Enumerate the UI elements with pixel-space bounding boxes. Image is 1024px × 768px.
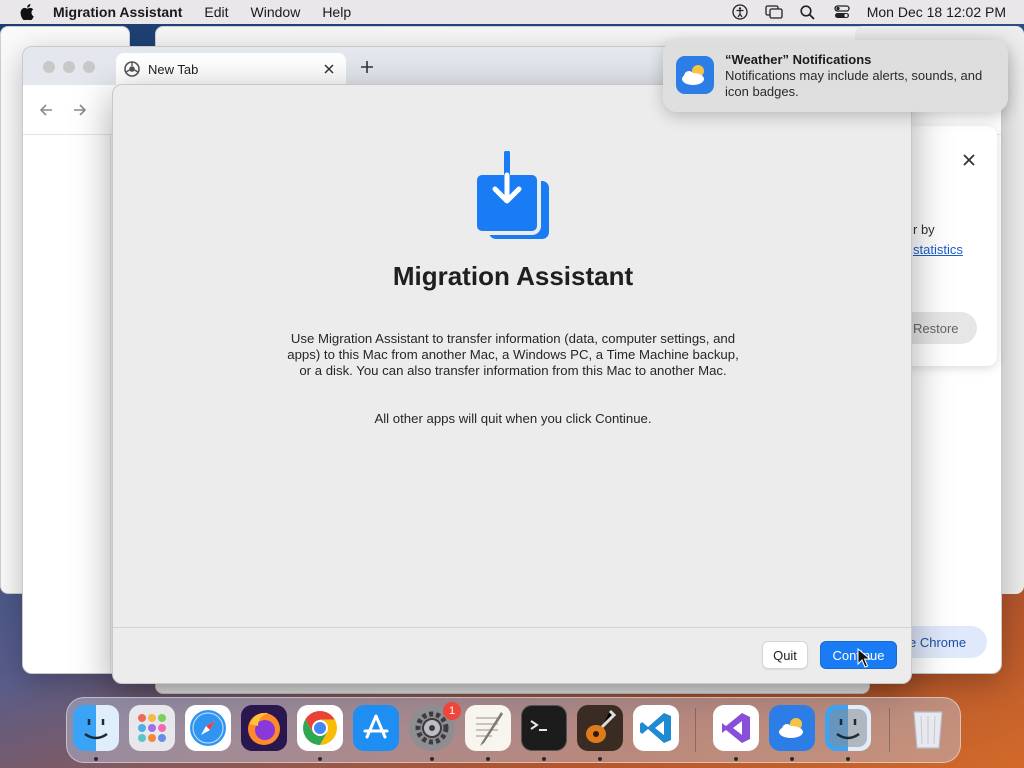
weather-app-icon bbox=[676, 56, 714, 94]
menu-clock[interactable]: Mon Dec 18 12:02 PM bbox=[867, 4, 1006, 20]
chrome-icon[interactable] bbox=[297, 705, 343, 751]
close-window-button[interactable] bbox=[43, 61, 55, 73]
control-center-icon[interactable] bbox=[833, 3, 851, 21]
terminal-icon[interactable] bbox=[521, 705, 567, 751]
chrome-running-indicator bbox=[318, 757, 322, 761]
dock-separator bbox=[695, 708, 696, 752]
back-arrow-icon[interactable] bbox=[37, 101, 55, 119]
finder-running-indicator bbox=[94, 757, 98, 761]
tab-title: New Tab bbox=[148, 61, 199, 77]
notification-body: Notifications may include alerts, sounds… bbox=[725, 68, 983, 99]
new-tab-button[interactable] bbox=[357, 57, 377, 77]
minimize-window-button[interactable] bbox=[63, 61, 75, 73]
menu-app-name[interactable]: Migration Assistant bbox=[53, 4, 182, 20]
dock-separator-2 bbox=[889, 708, 890, 752]
mouse-cursor-icon bbox=[857, 647, 872, 668]
description-text: Use Migration Assistant to transfer info… bbox=[287, 331, 739, 378]
menu-bar: Migration Assistant Edit Window Help Mon… bbox=[0, 0, 1024, 24]
app-store-icon[interactable] bbox=[353, 705, 399, 751]
zoom-window-button[interactable] bbox=[83, 61, 95, 73]
screen-mirroring-icon[interactable] bbox=[765, 3, 783, 21]
dock: 1 bbox=[66, 697, 961, 763]
trash-icon[interactable] bbox=[905, 705, 951, 751]
page-title: Migration Assistant bbox=[392, 261, 634, 291]
settings-running-indicator bbox=[430, 757, 434, 761]
spotlight-search-icon[interactable] bbox=[799, 3, 817, 21]
vscode-icon[interactable] bbox=[633, 705, 679, 751]
continue-note-text: All other apps will quit when you click … bbox=[374, 411, 652, 426]
migration-assistant-icon bbox=[471, 150, 555, 245]
garageband-icon[interactable] bbox=[577, 705, 623, 751]
weather-running-indicator bbox=[790, 757, 794, 761]
side-panel bbox=[23, 135, 111, 673]
menu-help[interactable]: Help bbox=[322, 4, 351, 20]
textedit-running-indicator bbox=[486, 757, 490, 761]
settings-badge: 1 bbox=[443, 702, 461, 720]
visual-studio-icon[interactable] bbox=[713, 705, 759, 751]
tab-new-tab[interactable]: New Tab bbox=[116, 53, 346, 85]
statistics-link[interactable]: statistics bbox=[913, 242, 963, 257]
chrome-favicon-icon bbox=[124, 61, 140, 77]
apple-logo-icon[interactable] bbox=[18, 3, 36, 21]
weather-notification[interactable]: “Weather” Notifications Notifications ma… bbox=[663, 40, 1008, 112]
migration-running-indicator bbox=[846, 757, 850, 761]
firefox-icon[interactable] bbox=[241, 705, 287, 751]
launchpad-icon[interactable] bbox=[129, 705, 175, 751]
terminal-running-indicator bbox=[542, 757, 546, 761]
finder-icon[interactable] bbox=[73, 705, 119, 751]
card-text: r by bbox=[913, 222, 935, 237]
quit-button[interactable]: Quit bbox=[762, 641, 808, 669]
garageband-running-indicator bbox=[598, 757, 602, 761]
migration-assistant-dock-icon[interactable] bbox=[825, 705, 871, 751]
footer-divider bbox=[113, 627, 913, 628]
menu-window[interactable]: Window bbox=[251, 4, 301, 20]
safari-icon[interactable] bbox=[185, 705, 231, 751]
visual-studio-running-indicator bbox=[734, 757, 738, 761]
accessibility-icon[interactable] bbox=[731, 3, 749, 21]
forward-arrow-icon[interactable] bbox=[71, 101, 89, 119]
weather-icon[interactable] bbox=[769, 705, 815, 751]
tab-close-icon[interactable] bbox=[320, 60, 338, 78]
notification-title: “Weather” Notifications bbox=[725, 52, 872, 67]
migration-assistant-window: Migration Assistant Use Migration Assist… bbox=[112, 84, 913, 684]
menu-edit[interactable]: Edit bbox=[204, 4, 228, 20]
close-icon[interactable] bbox=[959, 150, 979, 170]
status-area: Mon Dec 18 12:02 PM bbox=[731, 0, 1024, 24]
textedit-icon[interactable] bbox=[465, 705, 511, 751]
